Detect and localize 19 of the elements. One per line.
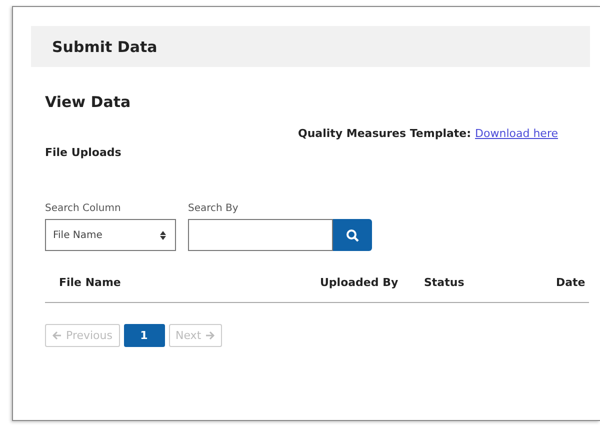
arrow-left-icon xyxy=(52,331,62,340)
column-header[interactable]: Status xyxy=(424,276,464,289)
section-title: View Data xyxy=(45,93,132,111)
field-label: Search Column xyxy=(45,203,122,214)
column-header[interactable]: Uploaded By xyxy=(320,276,398,289)
download-link[interactable]: Download here xyxy=(475,127,558,140)
section-subtitle: File Uploads xyxy=(45,146,122,159)
search-icon xyxy=(346,228,359,242)
page-button[interactable]: 1 xyxy=(124,324,164,347)
page-title: Submit Data xyxy=(52,38,158,56)
search-button[interactable] xyxy=(333,219,372,251)
column-header[interactable]: Date xyxy=(556,276,586,289)
column-select[interactable]: File Name xyxy=(45,219,176,251)
column-header[interactable]: File Name xyxy=(59,276,121,289)
template-label: Quality Measures Template: xyxy=(298,127,472,140)
field-label: Search By xyxy=(188,203,240,214)
search-field[interactable] xyxy=(188,219,333,251)
arrow-right-icon xyxy=(205,331,216,340)
sort-icon xyxy=(160,230,166,240)
